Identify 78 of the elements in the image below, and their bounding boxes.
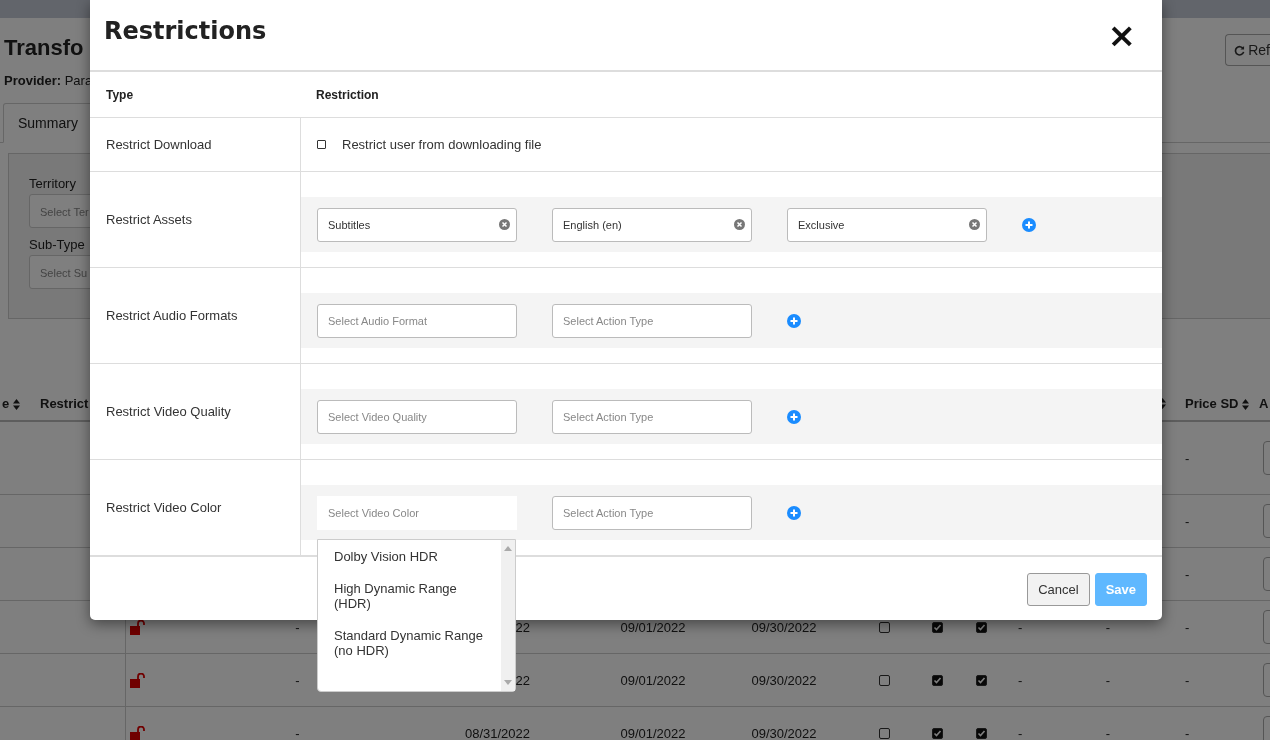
restriction-type: Restrict Assets <box>106 212 192 227</box>
refresh-button[interactable]: Ref <box>1225 34 1270 66</box>
table-cell: 08/31/2022 <box>464 725 530 740</box>
table-cell: - <box>295 672 300 688</box>
table-cell-text: - <box>1017 672 1024 688</box>
filter-label: Territory <box>29 176 77 193</box>
checkbox[interactable] <box>975 621 987 633</box>
filter-label: Sub-Type <box>29 237 86 254</box>
table-cell: - <box>1105 725 1111 740</box>
tab[interactable]: Summary <box>3 103 93 143</box>
scrollbar[interactable] <box>501 539 515 691</box>
select-field[interactable]: Exclusive <box>787 207 987 242</box>
table-cell: 09/30/2022 <box>751 672 817 688</box>
padlock-icon[interactable] <box>130 619 146 635</box>
checkbox-label: Restrict user from downloading file <box>342 137 542 152</box>
table-cell-text: - <box>1017 725 1024 740</box>
table-cell-text: - <box>1184 725 1191 740</box>
select-field[interactable]: Select Action Type <box>552 495 752 530</box>
refresh-icon <box>1234 44 1246 56</box>
checkbox[interactable] <box>878 727 890 739</box>
dialog-button[interactable]: Cancel <box>1027 573 1090 606</box>
dialog-title: Restrictions <box>104 17 267 45</box>
table-cell-text: - <box>1184 619 1191 635</box>
checkbox[interactable] <box>975 727 987 739</box>
checkbox[interactable] <box>931 674 943 686</box>
clear-icon[interactable] <box>969 219 980 230</box>
table-cell: 09/01/2022 <box>620 725 686 740</box>
add-icon[interactable] <box>787 313 801 328</box>
checkbox[interactable] <box>931 727 943 739</box>
table-cell: - <box>1105 619 1111 635</box>
table-cell: 09/30/2022 <box>751 725 817 740</box>
select-field[interactable]: Select Action Type <box>552 399 752 434</box>
restriction-type: Restrict Video Quality <box>106 404 231 419</box>
table-cell: 09/01/2022 <box>620 672 686 688</box>
checkbox[interactable] <box>878 621 890 633</box>
table-cell-text: - <box>1017 619 1024 635</box>
close-button[interactable]: × <box>1103 18 1140 52</box>
column-header[interactable]: Price SD <box>1166 396 1252 411</box>
clear-icon[interactable] <box>499 219 510 230</box>
table-cell-text: - <box>1184 672 1191 688</box>
add-icon[interactable] <box>1022 217 1036 232</box>
column-header[interactable]: A <box>1252 396 1270 411</box>
checkbox[interactable] <box>317 140 326 149</box>
table-cell: - <box>295 619 300 635</box>
table-cell: - <box>295 725 300 740</box>
sort-icon <box>13 399 21 411</box>
sort-icon <box>1242 399 1250 411</box>
select-field[interactable]: Subtitles <box>317 207 517 242</box>
select-field[interactable]: Select Audio Format <box>317 303 517 338</box>
restriction-type: Restrict Download <box>106 137 212 152</box>
restriction-type: Restrict Audio Formats <box>106 308 238 323</box>
table-cell-text: - <box>1184 450 1191 466</box>
dropdown-option[interactable]: Standard Dynamic Range (no HDR) <box>334 627 484 658</box>
column-header: Type <box>105 87 135 102</box>
table-cell-text: - <box>1184 513 1191 529</box>
add-icon[interactable] <box>787 409 801 424</box>
column-header: Restriction <box>315 87 380 102</box>
table-cell: 22 <box>515 619 530 635</box>
table-cell: 22 <box>515 672 530 688</box>
table-cell: 09/30/2022 <box>751 619 817 635</box>
page-title: Transfo <box>4 35 84 61</box>
select-field[interactable]: Select Action Type <box>552 303 752 338</box>
checkbox[interactable] <box>931 621 943 633</box>
dropdown-option[interactable]: Dolby Vision HDR <box>334 548 484 564</box>
checkbox[interactable] <box>975 674 987 686</box>
restriction-type: Restrict Video Color <box>106 500 222 515</box>
dropdown-option[interactable]: High Dynamic Range (HDR) <box>334 580 484 611</box>
table-cell-text: - <box>1184 566 1191 582</box>
sort-icon[interactable] <box>1159 398 1166 409</box>
column-header[interactable]: e <box>0 396 32 411</box>
checkbox[interactable] <box>878 674 890 686</box>
select-field[interactable]: Select Video Color <box>317 495 517 530</box>
table-cell: 09/01/2022 <box>620 619 686 635</box>
table-cell: - <box>1105 672 1111 688</box>
add-icon[interactable] <box>787 505 801 520</box>
clear-icon[interactable] <box>734 219 745 230</box>
select-field[interactable]: English (en) <box>552 207 752 242</box>
select-field[interactable]: Select Video Quality <box>317 399 517 434</box>
